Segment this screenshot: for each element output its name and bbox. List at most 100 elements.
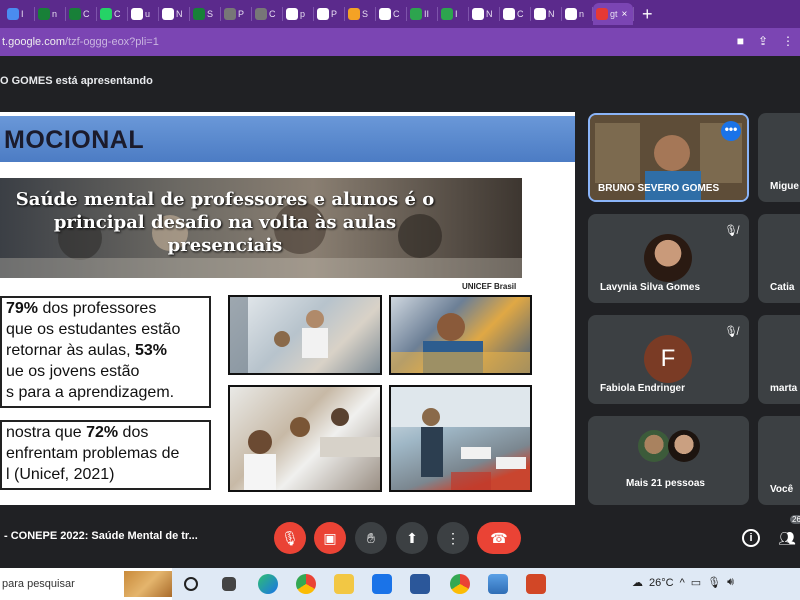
video-camera-icon[interactable]: ■ <box>737 34 744 48</box>
tab-favicon-icon <box>472 8 484 20</box>
present-icon: ⬆ <box>406 530 418 546</box>
browser-tab[interactable]: I <box>4 3 34 25</box>
mail-icon[interactable] <box>372 574 392 594</box>
phone-hangup-icon: ☎ <box>490 530 508 546</box>
cortana-icon[interactable] <box>184 577 198 591</box>
stat-text: dos <box>118 424 149 441</box>
shared-slide: MOCIONAL Saúde mental de professores e a… <box>0 112 575 505</box>
task-view-icon[interactable] <box>222 577 236 591</box>
browser-tab[interactable]: I <box>438 3 468 25</box>
participant-tile-bruno[interactable]: ••• BRUNO SEVERO GOMES <box>588 113 749 202</box>
volume-icon[interactable]: 🔊︎ <box>727 576 734 589</box>
more-options-icon[interactable]: ••• <box>721 121 741 141</box>
tab-favicon-icon <box>224 8 236 20</box>
meeting-controls: - CONEPE 2022: Saúde Mental de tr... 🎙︎ … <box>0 508 800 568</box>
menu-dots-icon[interactable]: ⋮ <box>782 34 794 48</box>
participant-name: Lavynia Silva Gomes <box>600 282 701 293</box>
search-highlight-image <box>124 571 172 597</box>
stat-line: l (Unicef, 2021) <box>6 464 209 485</box>
url-text[interactable]: t.google.com/tzf-oggg-eox?pli=1 <box>2 36 159 48</box>
chrome-icon[interactable] <box>296 574 316 594</box>
browser-tab-bar: In C Cu N S P Cp P S C II I N C Nn gt × + <box>0 0 800 28</box>
stat-line: 79% dos professores <box>6 298 209 319</box>
participant-tile-marta[interactable]: marta <box>758 315 800 404</box>
close-tab-icon[interactable]: × <box>622 9 628 20</box>
stat-box-unicef: nostra que 72% dos enfrentam problemas de… <box>0 420 211 490</box>
participant-tile-voce[interactable]: Você <box>758 416 800 505</box>
banner-headline: Saúde mental de professores e alunos é o… <box>15 189 435 256</box>
participant-tile-more-people[interactable]: Mais 21 pessoas <box>588 416 749 505</box>
tab-favicon-icon <box>131 8 143 20</box>
browser-tab[interactable]: N <box>469 3 499 25</box>
browser-tab[interactable]: S <box>190 3 220 25</box>
url-host: t.google.com <box>2 36 65 48</box>
powerpoint-icon[interactable] <box>526 574 546 594</box>
browser-tab[interactable]: P <box>314 3 344 25</box>
mic-off-icon: 🎙︎̸ <box>724 225 738 237</box>
stat-text: dos professores <box>38 300 157 317</box>
search-placeholder: para pesquisar <box>2 578 75 590</box>
browser-tab[interactable]: n <box>35 3 65 25</box>
share-icon[interactable]: ⇪ <box>758 34 768 48</box>
slide-header: MOCIONAL <box>0 116 575 162</box>
browser-tab[interactable]: u <box>128 3 158 25</box>
tab-favicon-icon <box>503 8 515 20</box>
word-icon[interactable] <box>410 574 430 594</box>
browser-tab[interactable]: C <box>97 3 127 25</box>
more-options-button[interactable]: ⋮ <box>437 522 469 554</box>
stat-percentage: 79% <box>6 300 39 317</box>
microphone-icon[interactable]: 🎙︎ <box>707 576 721 589</box>
browser-tab[interactable]: p <box>283 3 313 25</box>
vertical-dots-icon: ⋮ <box>446 530 460 546</box>
browser-tab[interactable]: gt × <box>593 3 633 25</box>
chrome-profile-icon[interactable] <box>450 574 470 594</box>
tab-favicon-icon <box>348 8 360 20</box>
browser-tab[interactable]: N <box>159 3 189 25</box>
tab-label: C <box>114 9 121 19</box>
present-screen-button[interactable]: ⬆ <box>396 522 428 554</box>
stat-text: enfrentam problemas de <box>6 445 180 462</box>
camera-toggle-button[interactable]: ▣ <box>314 522 346 554</box>
temperature-text[interactable]: 26°C <box>649 577 674 589</box>
participant-tile-migue[interactable]: Migue <box>758 113 800 202</box>
people-icon[interactable]: 👥︎ <box>778 530 796 547</box>
file-explorer-icon[interactable] <box>334 574 354 594</box>
tab-label: N <box>176 9 183 19</box>
browser-tab[interactable]: C <box>500 3 530 25</box>
tab-label: n <box>52 9 58 19</box>
raise-hand-button[interactable]: ✋︎ <box>355 522 387 554</box>
tab-favicon-icon <box>69 8 81 20</box>
browser-tab[interactable]: II <box>407 3 437 25</box>
participant-name: Catia <box>770 282 795 293</box>
browser-tab[interactable]: n <box>562 3 592 25</box>
participant-tile-lavynia[interactable]: 🎙︎̸ Lavynia Silva Gomes <box>588 214 749 303</box>
weather-icon[interactable]: ☁ <box>632 576 643 589</box>
browser-tab[interactable]: N <box>531 3 561 25</box>
browser-tab[interactable]: C <box>376 3 406 25</box>
stat-line: s para a aprendizagem. <box>6 382 209 403</box>
photo-students-desks <box>228 385 382 492</box>
taskbar-search[interactable]: para pesquisar <box>0 568 172 600</box>
tab-label: N <box>486 9 493 19</box>
tab-label: C <box>393 9 400 19</box>
participant-tile-fabiola[interactable]: F 🎙︎̸ Fabiola Endringer <box>588 315 749 404</box>
browser-tab[interactable]: C <box>252 3 282 25</box>
photo-teacher-classroom <box>228 295 382 375</box>
address-bar[interactable]: t.google.com/tzf-oggg-eox?pli=1 ■ ⇪ ⋮ <box>0 28 800 56</box>
photos-icon[interactable] <box>488 574 508 594</box>
camera-off-icon: ▣ <box>323 530 337 546</box>
new-tab-button[interactable]: + <box>642 4 653 25</box>
mic-toggle-button[interactable]: 🎙︎ <box>274 522 306 554</box>
participant-tile-catia[interactable]: Catia <box>758 214 800 303</box>
network-icon[interactable]: ▭ <box>691 576 701 589</box>
tab-favicon-icon <box>410 8 422 20</box>
chevron-up-icon[interactable]: ^ <box>680 577 685 589</box>
info-icon[interactable]: i <box>742 529 760 547</box>
browser-tab[interactable]: S <box>345 3 375 25</box>
participant-name: Migue <box>770 181 799 192</box>
browser-tab[interactable]: P <box>221 3 251 25</box>
browser-tab[interactable]: C <box>66 3 96 25</box>
leave-call-button[interactable]: ☎ <box>477 522 521 554</box>
edge-icon[interactable] <box>258 574 278 594</box>
tab-label: N <box>548 9 555 19</box>
